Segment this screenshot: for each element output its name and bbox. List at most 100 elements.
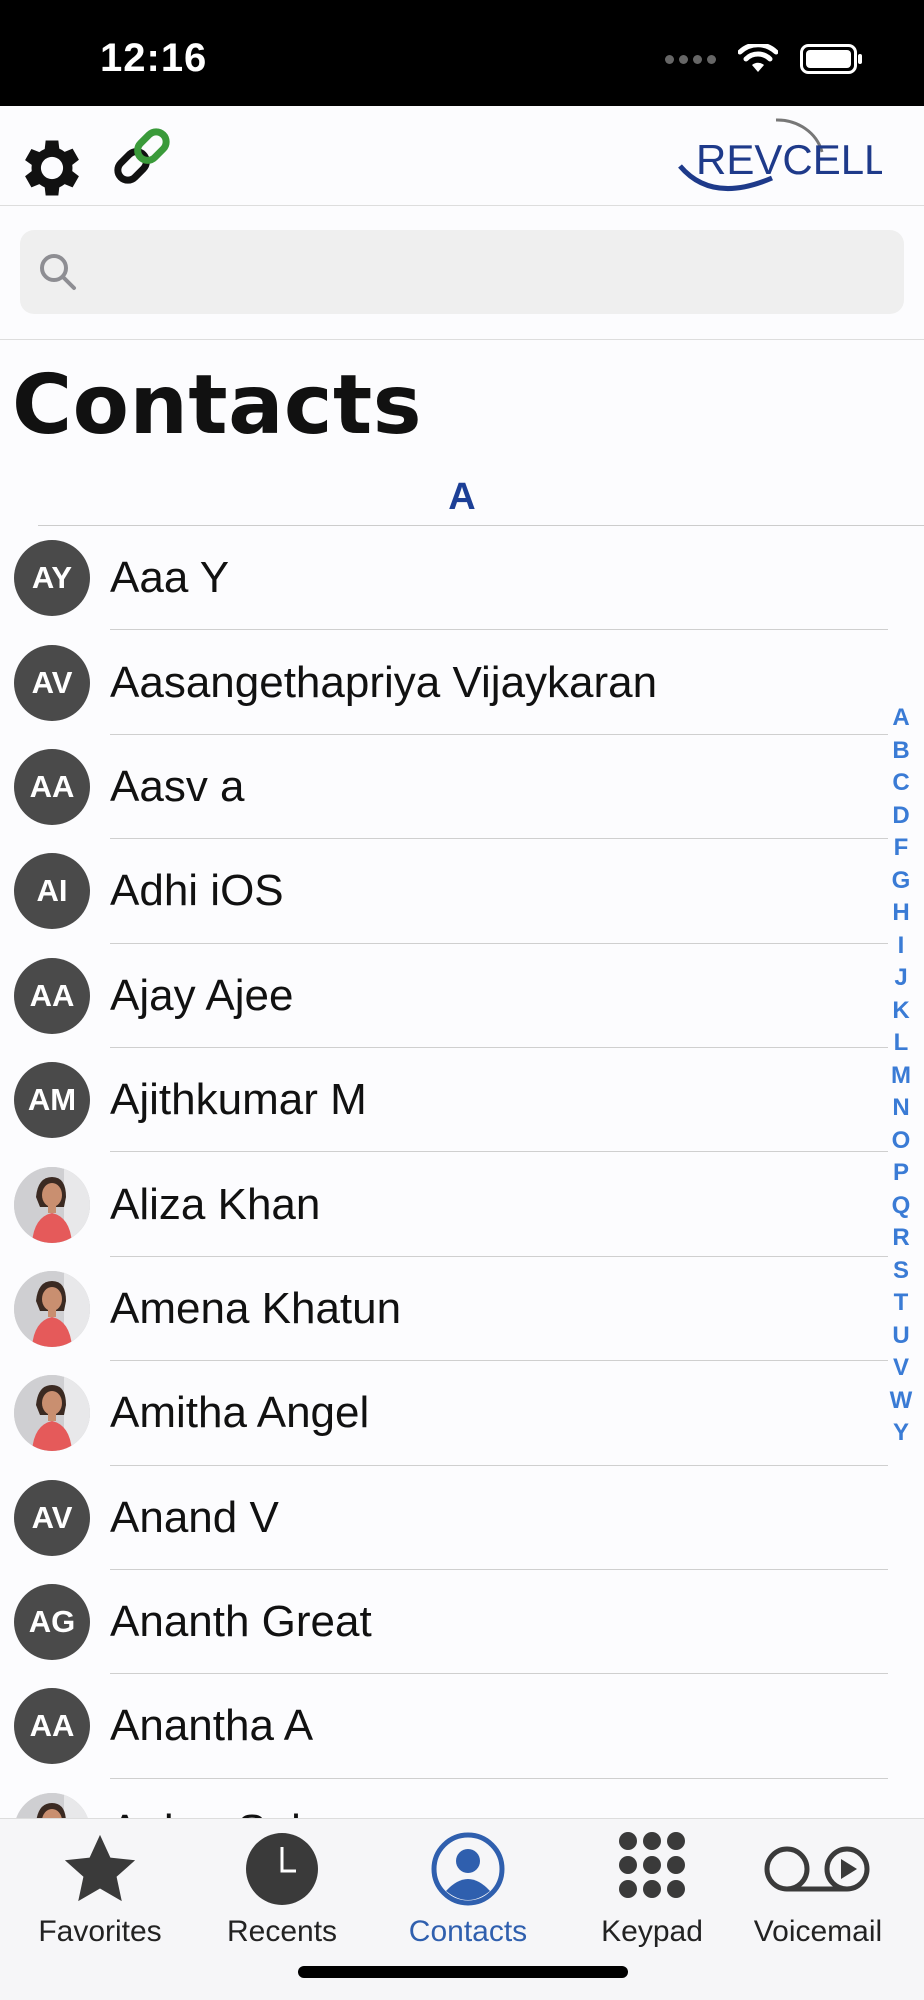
- contact-name: Aaa Y: [110, 553, 230, 603]
- section-header: A: [448, 476, 476, 518]
- contact-avatar: AM: [14, 1062, 90, 1139]
- contact-row[interactable]: AA Anantha A: [0, 1674, 890, 1780]
- index-letter[interactable]: B: [892, 735, 909, 768]
- index-letter[interactable]: C: [892, 767, 909, 800]
- contact-row[interactable]: AV Anand V: [0, 1466, 890, 1571]
- contact-row[interactable]: AA Aasv a: [0, 735, 890, 840]
- contact-avatar: AI: [14, 853, 90, 930]
- search-icon: [40, 254, 76, 290]
- contact-row[interactable]: Amena Khatun: [0, 1257, 890, 1362]
- tab-recents[interactable]: Recents: [190, 1819, 374, 1969]
- index-letter[interactable]: F: [894, 832, 909, 865]
- index-letter[interactable]: Y: [893, 1417, 909, 1450]
- person-circle-icon: [431, 1832, 505, 1906]
- tab-label: Recents: [226, 1915, 338, 1948]
- contact-row[interactable]: Aliza Khan: [0, 1152, 890, 1258]
- index-letter[interactable]: V: [893, 1352, 909, 1385]
- contact-photo: [14, 1375, 90, 1452]
- contact-row[interactable]: AM Ajithkumar M: [0, 1048, 890, 1153]
- contact-name: Aliza Khan: [110, 1179, 321, 1229]
- clock-icon: [246, 1833, 318, 1905]
- index-letter[interactable]: G: [892, 865, 911, 898]
- contact-avatar: AY: [14, 540, 90, 617]
- tab-favorites[interactable]: Favorites: [8, 1819, 192, 1969]
- index-letter[interactable]: O: [892, 1125, 911, 1158]
- contact-row[interactable]: AG Ananth Great: [0, 1570, 890, 1675]
- status-bar: 12:16: [0, 0, 924, 106]
- contact-avatar: AG: [14, 1584, 90, 1661]
- tab-label: Favorites: [38, 1915, 162, 1948]
- battery-icon: [800, 44, 862, 74]
- index-letter[interactable]: T: [894, 1287, 909, 1320]
- link-icon[interactable]: [108, 122, 176, 190]
- tab-voicemail[interactable]: Voicemail: [726, 1819, 910, 1969]
- contact-name: Ankur Sah: [110, 1806, 315, 1818]
- index-letter[interactable]: I: [898, 930, 905, 963]
- contact-name: Ajithkumar M: [110, 1075, 367, 1125]
- index-letter[interactable]: K: [892, 995, 909, 1028]
- voicemail-icon: [764, 1846, 870, 1892]
- person-photo-icon: [14, 1166, 90, 1243]
- contact-avatar: AA: [14, 957, 90, 1034]
- person-photo-icon: [14, 1375, 90, 1452]
- alphabet-index[interactable]: ABCDFGHIJKLMNOPQRSTUVWY: [886, 702, 916, 1450]
- logo-text: REVCELL: [696, 136, 882, 183]
- person-photo-icon: [14, 1792, 90, 1818]
- page-title: Contacts: [12, 358, 423, 453]
- contact-photo: [14, 1792, 90, 1818]
- contact-name: Anantha A: [110, 1701, 314, 1751]
- index-letter[interactable]: W: [890, 1385, 913, 1418]
- contact-name: Ajay Ajee: [110, 970, 294, 1020]
- contact-name: Ananth Great: [110, 1597, 372, 1647]
- gear-icon[interactable]: [14, 130, 90, 206]
- home-indicator: [298, 1966, 628, 1978]
- tab-label: Voicemail: [753, 1915, 883, 1948]
- tab-contacts[interactable]: Contacts: [376, 1819, 560, 1969]
- tab-keypad[interactable]: Keypad: [560, 1819, 744, 1969]
- index-letter[interactable]: L: [894, 1027, 909, 1060]
- index-letter[interactable]: H: [892, 897, 909, 930]
- contact-photo: [14, 1270, 90, 1347]
- person-photo-icon: [14, 1270, 90, 1347]
- search-bar: [0, 206, 924, 340]
- tab-label: Keypad: [601, 1915, 703, 1948]
- status-indicators: [665, 44, 864, 74]
- contact-name: Amitha Angel: [110, 1388, 370, 1438]
- contact-avatar: AV: [14, 1479, 90, 1556]
- contact-name: Anand V: [110, 1492, 279, 1542]
- contact-name: Amena Khatun: [110, 1283, 402, 1333]
- contact-avatar: AA: [14, 748, 90, 825]
- index-letter[interactable]: M: [891, 1060, 911, 1093]
- contact-row[interactable]: AY Aaa Y: [0, 526, 890, 631]
- tab-label: Contacts: [408, 1915, 528, 1948]
- search-input[interactable]: [94, 244, 884, 300]
- revcell-logo: REVCELL: [672, 112, 887, 204]
- contact-name: Aasangethapriya Vijaykaran: [110, 657, 658, 707]
- index-letter[interactable]: Q: [892, 1190, 911, 1223]
- index-letter[interactable]: J: [894, 962, 907, 995]
- contact-avatar: AV: [14, 644, 90, 721]
- index-letter[interactable]: D: [892, 800, 909, 833]
- contact-row[interactable]: AA Ajay Ajee: [0, 944, 890, 1049]
- contact-avatar: AA: [14, 1688, 90, 1765]
- wifi-icon: [738, 44, 778, 72]
- index-letter[interactable]: P: [893, 1157, 909, 1190]
- contact-row[interactable]: Ankur Sah: [0, 1779, 890, 1818]
- index-letter[interactable]: U: [892, 1320, 909, 1353]
- contact-list[interactable]: AY Aaa Y AV Aasangethapriya Vijaykaran AA Aas…: [0, 526, 890, 1818]
- contact-name: Aasv a: [110, 761, 245, 811]
- keypad-icon: [619, 1832, 685, 1898]
- contact-photo: [14, 1166, 90, 1243]
- star-icon: [64, 1834, 136, 1902]
- contact-row[interactable]: AV Aasangethapriya Vijaykaran: [0, 630, 890, 736]
- signal-icon: [665, 54, 716, 64]
- index-letter[interactable]: R: [892, 1222, 909, 1255]
- index-letter[interactable]: S: [893, 1255, 909, 1288]
- contact-name: Adhi iOS: [110, 866, 284, 916]
- contact-row[interactable]: Amitha Angel: [0, 1361, 890, 1466]
- search-box[interactable]: [20, 230, 904, 314]
- status-time: 12:16: [100, 36, 208, 80]
- contact-row[interactable]: AI Adhi iOS: [0, 839, 890, 944]
- index-letter[interactable]: N: [892, 1092, 909, 1125]
- index-letter[interactable]: A: [892, 702, 909, 735]
